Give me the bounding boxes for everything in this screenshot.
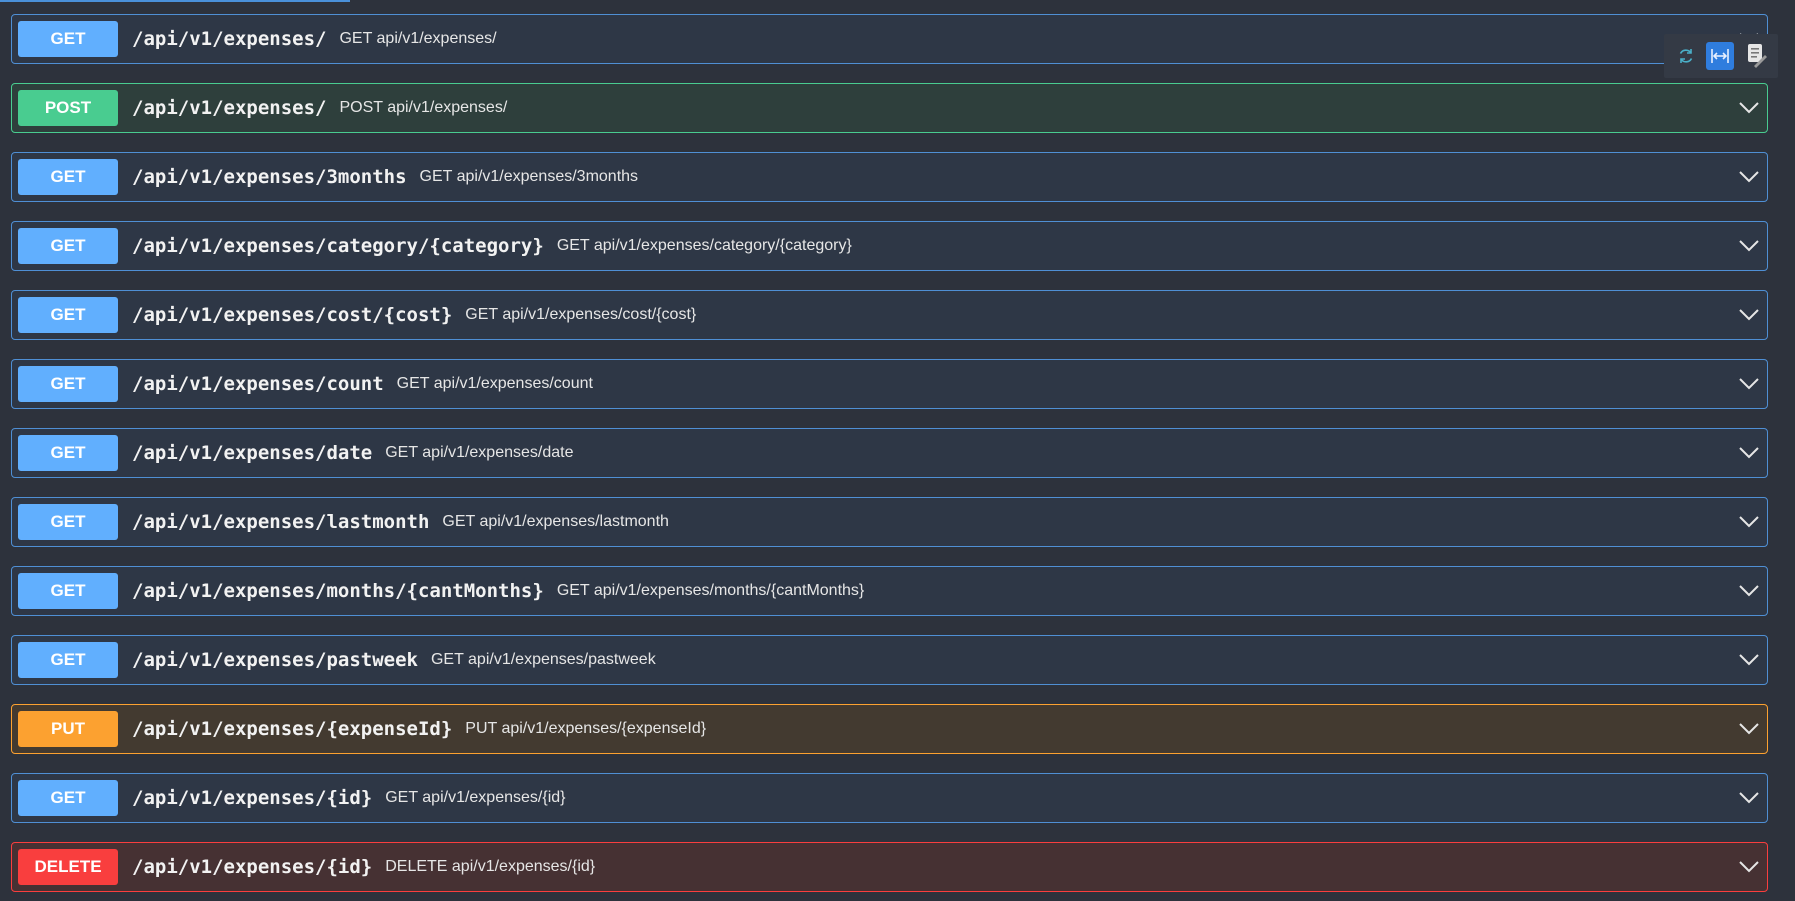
method-badge[interactable]: GET xyxy=(18,21,118,57)
method-badge[interactable]: GET xyxy=(18,228,118,264)
operation-path[interactable]: /api/v1/expenses/{id} xyxy=(132,787,372,809)
fit-width-icon[interactable] xyxy=(1706,42,1734,70)
operation-summary: GET api/v1/expenses/lastmonth xyxy=(442,513,669,530)
operation-row[interactable]: DELETE/api/v1/expenses/{id} DELETE api/v1… xyxy=(11,842,1768,892)
refresh-icon[interactable] xyxy=(1676,46,1696,66)
operation-path[interactable]: /api/v1/expenses/3months xyxy=(132,166,407,188)
operation-summary: GET api/v1/expenses/{id} xyxy=(385,789,566,806)
chevron-down-icon[interactable] xyxy=(1737,165,1761,189)
chevron-down-icon[interactable] xyxy=(1737,372,1761,396)
operation-summary: GET api/v1/expenses/months/{cantMonths} xyxy=(556,582,865,599)
chevron-down-icon[interactable] xyxy=(1737,786,1761,810)
chevron-down-icon[interactable] xyxy=(1737,717,1761,741)
method-badge[interactable]: GET xyxy=(18,366,118,402)
operation-path[interactable]: /api/v1/expenses/cost/{cost} xyxy=(132,304,452,326)
operation-path[interactable]: /api/v1/expenses/count xyxy=(132,373,384,395)
operation-path[interactable]: /api/v1/expenses/date xyxy=(132,442,372,464)
operation-row[interactable]: GET/api/v1/expenses/3months GET api/v1/ex… xyxy=(11,152,1768,202)
operation-row[interactable]: GET/api/v1/expenses/lastmonth GET api/v1/… xyxy=(11,497,1768,547)
operation-summary: PUT api/v1/expenses/{expenseId} xyxy=(465,720,707,737)
operation-row[interactable]: GET/api/v1/expenses/pastweek GET api/v1/e… xyxy=(11,635,1768,685)
operation-summary: GET api/v1/expenses/pastweek xyxy=(430,651,656,668)
operation-path[interactable]: /api/v1/expenses/ xyxy=(132,28,326,50)
chevron-down-icon[interactable] xyxy=(1737,234,1761,258)
chevron-down-icon[interactable] xyxy=(1737,648,1761,672)
operation-row[interactable]: GET/api/v1/expenses/category/{category} G… xyxy=(11,221,1768,271)
operation-row[interactable]: POST/api/v1/expenses/POST api/v1/expense… xyxy=(11,83,1768,133)
operation-summary: GET api/v1/expenses/ xyxy=(339,30,497,47)
operation-summary: GET api/v1/expenses/category/{category} xyxy=(556,237,852,254)
document-icon[interactable] xyxy=(1744,42,1770,70)
method-badge[interactable]: GET xyxy=(18,573,118,609)
top-progress-bar xyxy=(0,0,350,2)
operation-summary: GET api/v1/expenses/3months xyxy=(419,168,639,185)
operation-path[interactable]: /api/v1/expenses/ xyxy=(132,97,326,119)
operation-row[interactable]: PUT/api/v1/expenses/{expenseId} PUT api/v… xyxy=(11,704,1768,754)
operation-summary: GET api/v1/expenses/cost/{cost} xyxy=(465,306,697,323)
floating-toolbar xyxy=(1664,34,1778,78)
operation-path[interactable]: /api/v1/expenses/lastmonth xyxy=(132,511,429,533)
chevron-down-icon[interactable] xyxy=(1737,579,1761,603)
operation-path[interactable]: /api/v1/expenses/category/{category} xyxy=(132,235,544,257)
operation-path[interactable]: /api/v1/expenses/{expenseId} xyxy=(132,718,452,740)
operation-row[interactable]: GET/api/v1/expenses/{id} GET api/v1/expen… xyxy=(11,773,1768,823)
method-badge[interactable]: GET xyxy=(18,780,118,816)
operation-summary: GET api/v1/expenses/count xyxy=(396,375,593,392)
operation-row[interactable]: GET/api/v1/expenses/cost/{cost} GET api/v… xyxy=(11,290,1768,340)
method-badge[interactable]: GET xyxy=(18,159,118,195)
operation-path[interactable]: /api/v1/expenses/{id} xyxy=(132,856,372,878)
method-badge[interactable]: GET xyxy=(18,642,118,678)
swagger-page: GET/api/v1/expenses/GET api/v1/expenses/… xyxy=(0,0,1795,901)
method-badge[interactable]: GET xyxy=(18,435,118,471)
chevron-down-icon[interactable] xyxy=(1737,441,1761,465)
operation-path[interactable]: /api/v1/expenses/months/{cantMonths} xyxy=(132,580,544,602)
method-badge[interactable]: DELETE xyxy=(18,849,118,885)
chevron-down-icon[interactable] xyxy=(1737,855,1761,879)
method-badge[interactable]: PUT xyxy=(18,711,118,747)
operation-summary: GET api/v1/expenses/date xyxy=(385,444,574,461)
operation-summary: DELETE api/v1/expenses/{id} xyxy=(385,858,596,875)
operation-path[interactable]: /api/v1/expenses/pastweek xyxy=(132,649,418,671)
method-badge[interactable]: GET xyxy=(18,297,118,333)
operation-row[interactable]: GET/api/v1/expenses/GET api/v1/expenses/ xyxy=(11,14,1768,64)
operation-row[interactable]: GET/api/v1/expenses/months/{cantMonths} G… xyxy=(11,566,1768,616)
operation-summary: POST api/v1/expenses/ xyxy=(339,99,508,116)
method-badge[interactable]: GET xyxy=(18,504,118,540)
chevron-down-icon[interactable] xyxy=(1737,303,1761,327)
chevron-down-icon[interactable] xyxy=(1737,510,1761,534)
operations-list: GET/api/v1/expenses/GET api/v1/expenses/… xyxy=(11,14,1768,901)
method-badge[interactable]: POST xyxy=(18,90,118,126)
chevron-down-icon[interactable] xyxy=(1737,96,1761,120)
operation-row[interactable]: GET/api/v1/expenses/count GET api/v1/expe… xyxy=(11,359,1768,409)
operation-row[interactable]: GET/api/v1/expenses/date GET api/v1/expen… xyxy=(11,428,1768,478)
